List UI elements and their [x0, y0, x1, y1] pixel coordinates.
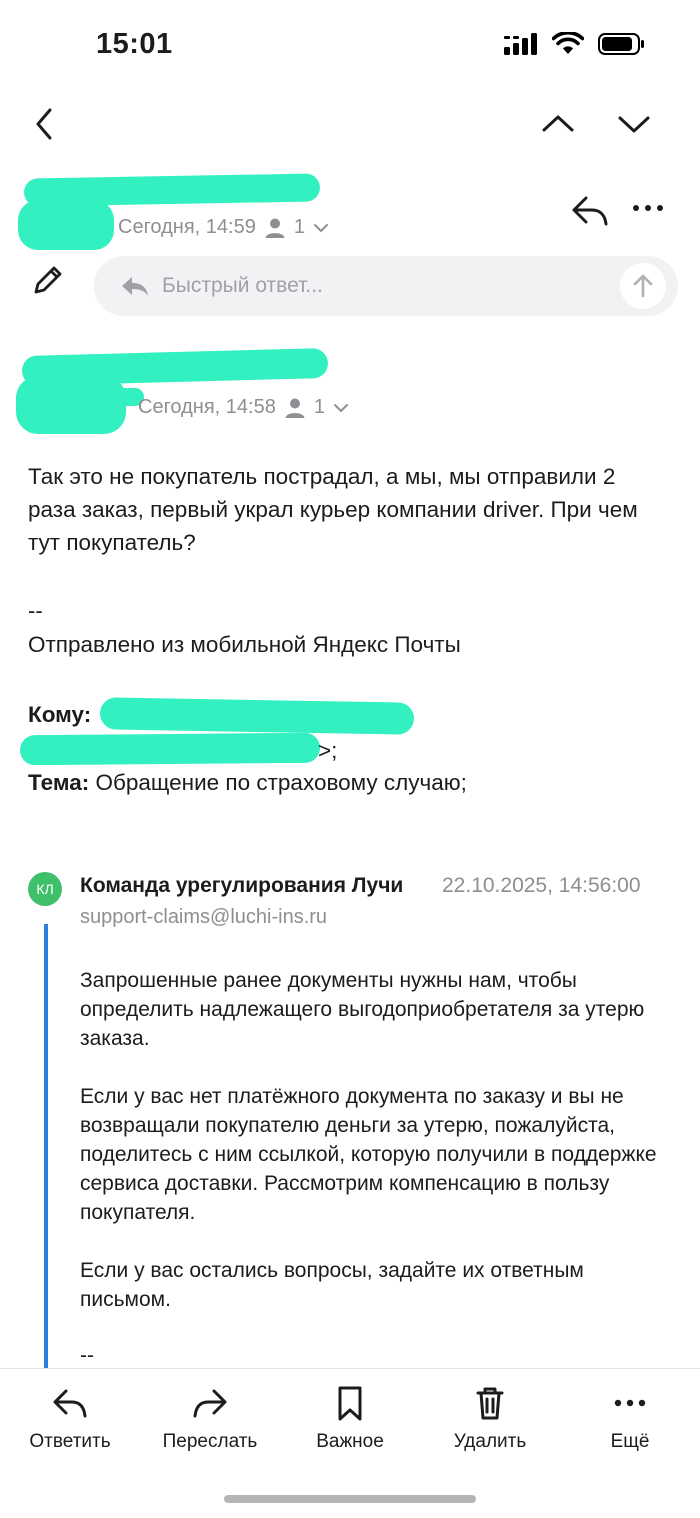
message-date: Сегодня, 14:59	[118, 216, 256, 238]
quoted-sender-name: Команда урегулирования Лучи	[80, 874, 404, 897]
chevron-down-icon	[333, 403, 348, 412]
reply-icon[interactable]	[570, 192, 610, 228]
quoted-paragraph: Если у вас остались вопросы, задайте их …	[80, 1259, 584, 1311]
message-body: Так это не покупатель пострадал, а мы, м…	[28, 464, 638, 555]
delete-label: Удалить	[453, 1431, 527, 1452]
message-meta[interactable]: Сегодня, 14:59 1	[118, 216, 329, 239]
more-options-icon[interactable]	[630, 194, 666, 222]
quoted-signature-separator: --	[80, 1344, 94, 1367]
reply-arrow-icon	[122, 277, 148, 296]
to-label: Кому:	[28, 702, 92, 727]
subject-value: Обращение по страховому случаю;	[95, 770, 467, 795]
previous-message-chevron-up-icon[interactable]	[538, 104, 578, 144]
arrow-up-icon	[633, 274, 653, 298]
home-indicator	[224, 1495, 476, 1503]
wifi-icon	[552, 32, 584, 54]
message-date: Сегодня, 14:58	[138, 396, 276, 418]
quote-bar	[44, 924, 48, 1368]
subject-label: Тема:	[28, 770, 90, 795]
quoted-paragraph: Если у вас нет платёжного документа по з…	[80, 1085, 657, 1224]
trash-icon	[476, 1387, 504, 1420]
quoted-body: Запрошенные ранее документы нужны нам, ч…	[80, 966, 670, 1343]
subject-line: Тема: Обращение по страховому случаю;	[28, 770, 467, 796]
message-meta[interactable]: Сегодня, 14:58 1	[138, 396, 349, 419]
reply-button[interactable]: Ответить	[10, 1383, 130, 1453]
delete-button[interactable]: Удалить	[430, 1383, 550, 1453]
battery-icon	[598, 33, 644, 55]
signature: Отправлено из мобильной Яндекс Почты	[28, 632, 461, 657]
person-icon	[285, 398, 305, 418]
recipients-count: 1	[293, 216, 305, 238]
pencil-compose-icon[interactable]	[30, 262, 66, 298]
important-button[interactable]: Важное	[290, 1383, 410, 1453]
cellular-signal-icon	[504, 33, 537, 55]
status-icons	[504, 32, 646, 56]
more-button[interactable]: Ещё	[570, 1383, 690, 1453]
person-icon	[265, 218, 285, 238]
forward-icon	[193, 1389, 227, 1418]
recipients-count: 1	[313, 396, 325, 418]
quoted-paragraph: Запрошенные ранее документы нужны нам, ч…	[80, 969, 645, 1050]
redaction-scribble	[19, 732, 321, 766]
status-time: 15:01	[96, 28, 173, 60]
quoted-date: 22.10.2025, 14:56:00	[442, 874, 641, 897]
avatar: КЛ	[28, 872, 62, 906]
quick-reply-input[interactable]	[160, 273, 604, 299]
chevron-down-icon	[313, 223, 328, 232]
reply-label: Ответить	[29, 1431, 111, 1452]
bookmark-icon	[338, 1386, 362, 1421]
reply-icon	[53, 1389, 87, 1418]
to-address-tail: >;	[318, 738, 338, 763]
next-message-chevron-down-icon[interactable]	[614, 104, 654, 144]
redaction-scribble	[18, 200, 114, 250]
important-label: Важное	[316, 1431, 384, 1452]
send-button[interactable]	[620, 263, 666, 309]
forward-button[interactable]: Переслать	[150, 1383, 270, 1453]
more-icon	[614, 1399, 646, 1407]
forward-label: Переслать	[162, 1431, 258, 1452]
more-label: Ещё	[610, 1431, 650, 1452]
back-chevron-icon[interactable]	[28, 104, 64, 144]
quoted-sender-email[interactable]: support-claims@luchi-ins.ru	[80, 906, 327, 929]
quick-reply-bar[interactable]	[94, 256, 678, 316]
redaction-scribble	[99, 697, 415, 735]
signature-separator: --	[28, 598, 43, 623]
